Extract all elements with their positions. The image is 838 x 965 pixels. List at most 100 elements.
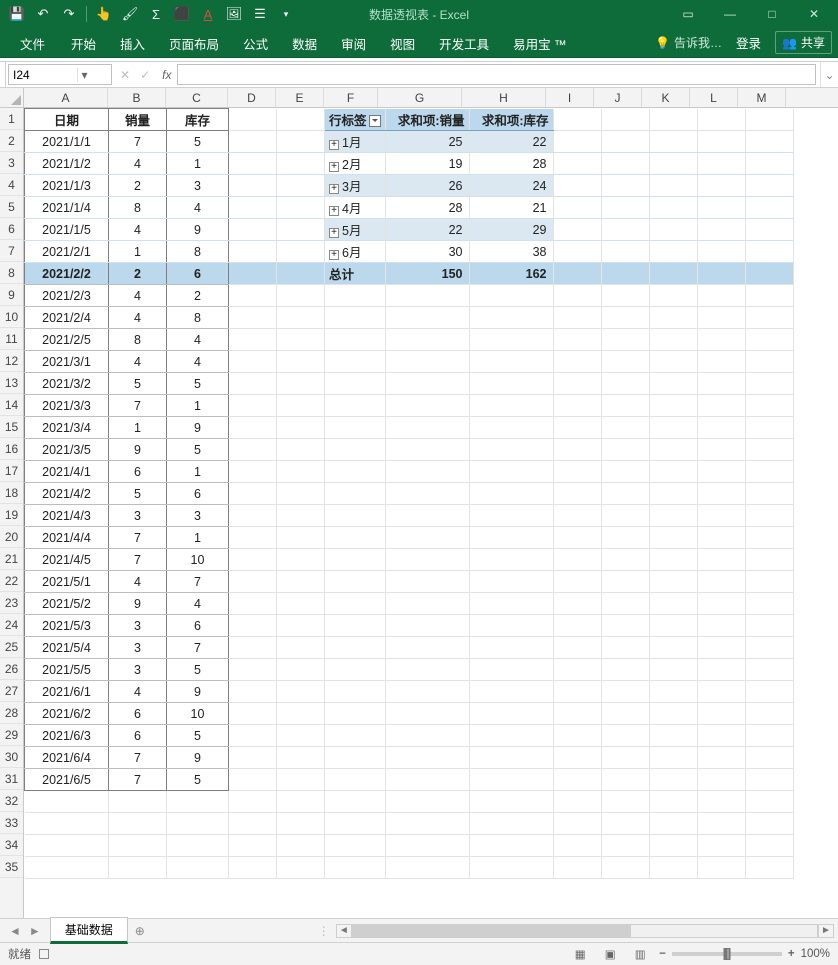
- cell[interactable]: [277, 813, 325, 835]
- cell[interactable]: [553, 747, 601, 769]
- cell[interactable]: [649, 725, 697, 747]
- cell[interactable]: 3: [167, 505, 229, 527]
- cell[interactable]: [277, 725, 325, 747]
- cell[interactable]: [601, 681, 649, 703]
- cell[interactable]: 5: [167, 659, 229, 681]
- cell[interactable]: [325, 703, 386, 725]
- cell[interactable]: 5: [167, 439, 229, 461]
- row-header[interactable]: 7: [0, 240, 23, 262]
- cell[interactable]: [697, 131, 745, 153]
- cell[interactable]: [745, 549, 793, 571]
- cell[interactable]: 8: [109, 197, 167, 219]
- cell[interactable]: 9: [167, 747, 229, 769]
- cell[interactable]: [325, 637, 386, 659]
- cell[interactable]: [229, 725, 277, 747]
- cell[interactable]: 2021/6/1: [25, 681, 109, 703]
- cell[interactable]: [277, 131, 325, 153]
- cell[interactable]: [697, 329, 745, 351]
- row-header[interactable]: 22: [0, 570, 23, 592]
- cell[interactable]: [601, 197, 649, 219]
- cell[interactable]: [745, 351, 793, 373]
- cell[interactable]: [229, 131, 277, 153]
- cell[interactable]: [229, 637, 277, 659]
- cell[interactable]: 1: [167, 527, 229, 549]
- cell[interactable]: [229, 615, 277, 637]
- fx-label[interactable]: fx: [156, 62, 177, 87]
- cell[interactable]: [385, 615, 469, 637]
- cell[interactable]: [469, 351, 553, 373]
- cell[interactable]: [229, 813, 277, 835]
- cell[interactable]: [469, 571, 553, 593]
- cell[interactable]: [277, 395, 325, 417]
- record-macro-icon[interactable]: [39, 949, 49, 959]
- cell[interactable]: [601, 593, 649, 615]
- cell[interactable]: [25, 813, 109, 835]
- cell[interactable]: [745, 263, 793, 285]
- hscroll-right-icon[interactable]: ►: [818, 924, 834, 938]
- cell[interactable]: [745, 747, 793, 769]
- column-header-F[interactable]: F: [324, 88, 378, 107]
- row-header[interactable]: 18: [0, 482, 23, 504]
- cell[interactable]: [385, 659, 469, 681]
- cell[interactable]: [469, 593, 553, 615]
- cell[interactable]: [385, 791, 469, 813]
- cell[interactable]: [229, 483, 277, 505]
- view-normal-icon[interactable]: ▦: [569, 946, 591, 962]
- cell[interactable]: [697, 549, 745, 571]
- select-all-corner[interactable]: [0, 88, 24, 108]
- cell[interactable]: 1: [167, 395, 229, 417]
- cell[interactable]: 38: [469, 241, 553, 263]
- cell[interactable]: [229, 571, 277, 593]
- cell[interactable]: [277, 417, 325, 439]
- cell[interactable]: [109, 835, 167, 857]
- cell[interactable]: [553, 263, 601, 285]
- tab-file[interactable]: 文件: [6, 28, 59, 57]
- cell[interactable]: 日期: [25, 109, 109, 131]
- column-header-D[interactable]: D: [228, 88, 276, 107]
- cell[interactable]: [229, 703, 277, 725]
- cell[interactable]: [469, 791, 553, 813]
- cell[interactable]: [697, 571, 745, 593]
- cell[interactable]: 5: [167, 725, 229, 747]
- fill-color-icon[interactable]: ⬛: [173, 5, 191, 23]
- cell[interactable]: 2021/1/1: [25, 131, 109, 153]
- row-header[interactable]: 16: [0, 438, 23, 460]
- cell[interactable]: 28: [385, 197, 469, 219]
- cell[interactable]: 10: [167, 549, 229, 571]
- column-header-A[interactable]: A: [24, 88, 108, 107]
- cell[interactable]: [553, 615, 601, 637]
- cell[interactable]: [745, 417, 793, 439]
- column-header-J[interactable]: J: [594, 88, 642, 107]
- cell[interactable]: 2021/5/1: [25, 571, 109, 593]
- close-icon[interactable]: ✕: [794, 0, 834, 28]
- cell[interactable]: [325, 373, 386, 395]
- cell[interactable]: [697, 527, 745, 549]
- ribbon-display-options-icon[interactable]: ▭: [668, 0, 708, 28]
- cell[interactable]: [649, 417, 697, 439]
- cell[interactable]: [25, 835, 109, 857]
- cell[interactable]: [469, 637, 553, 659]
- cell[interactable]: [649, 571, 697, 593]
- login-button[interactable]: 登录: [728, 27, 769, 58]
- cell[interactable]: [601, 725, 649, 747]
- row-header[interactable]: 15: [0, 416, 23, 438]
- cell[interactable]: [745, 769, 793, 791]
- cell[interactable]: 4: [109, 219, 167, 241]
- cell[interactable]: [469, 681, 553, 703]
- cell[interactable]: [167, 791, 229, 813]
- cell[interactable]: [553, 637, 601, 659]
- cell[interactable]: [649, 285, 697, 307]
- column-header-B[interactable]: B: [108, 88, 166, 107]
- cell[interactable]: [745, 527, 793, 549]
- row-header[interactable]: 12: [0, 350, 23, 372]
- cell[interactable]: [229, 857, 277, 879]
- cell[interactable]: [601, 461, 649, 483]
- row-header[interactable]: 4: [0, 174, 23, 196]
- cell[interactable]: [649, 813, 697, 835]
- cell[interactable]: [553, 395, 601, 417]
- cell[interactable]: [229, 307, 277, 329]
- cell[interactable]: [745, 307, 793, 329]
- cell[interactable]: [745, 505, 793, 527]
- cell[interactable]: [385, 483, 469, 505]
- cell[interactable]: [277, 505, 325, 527]
